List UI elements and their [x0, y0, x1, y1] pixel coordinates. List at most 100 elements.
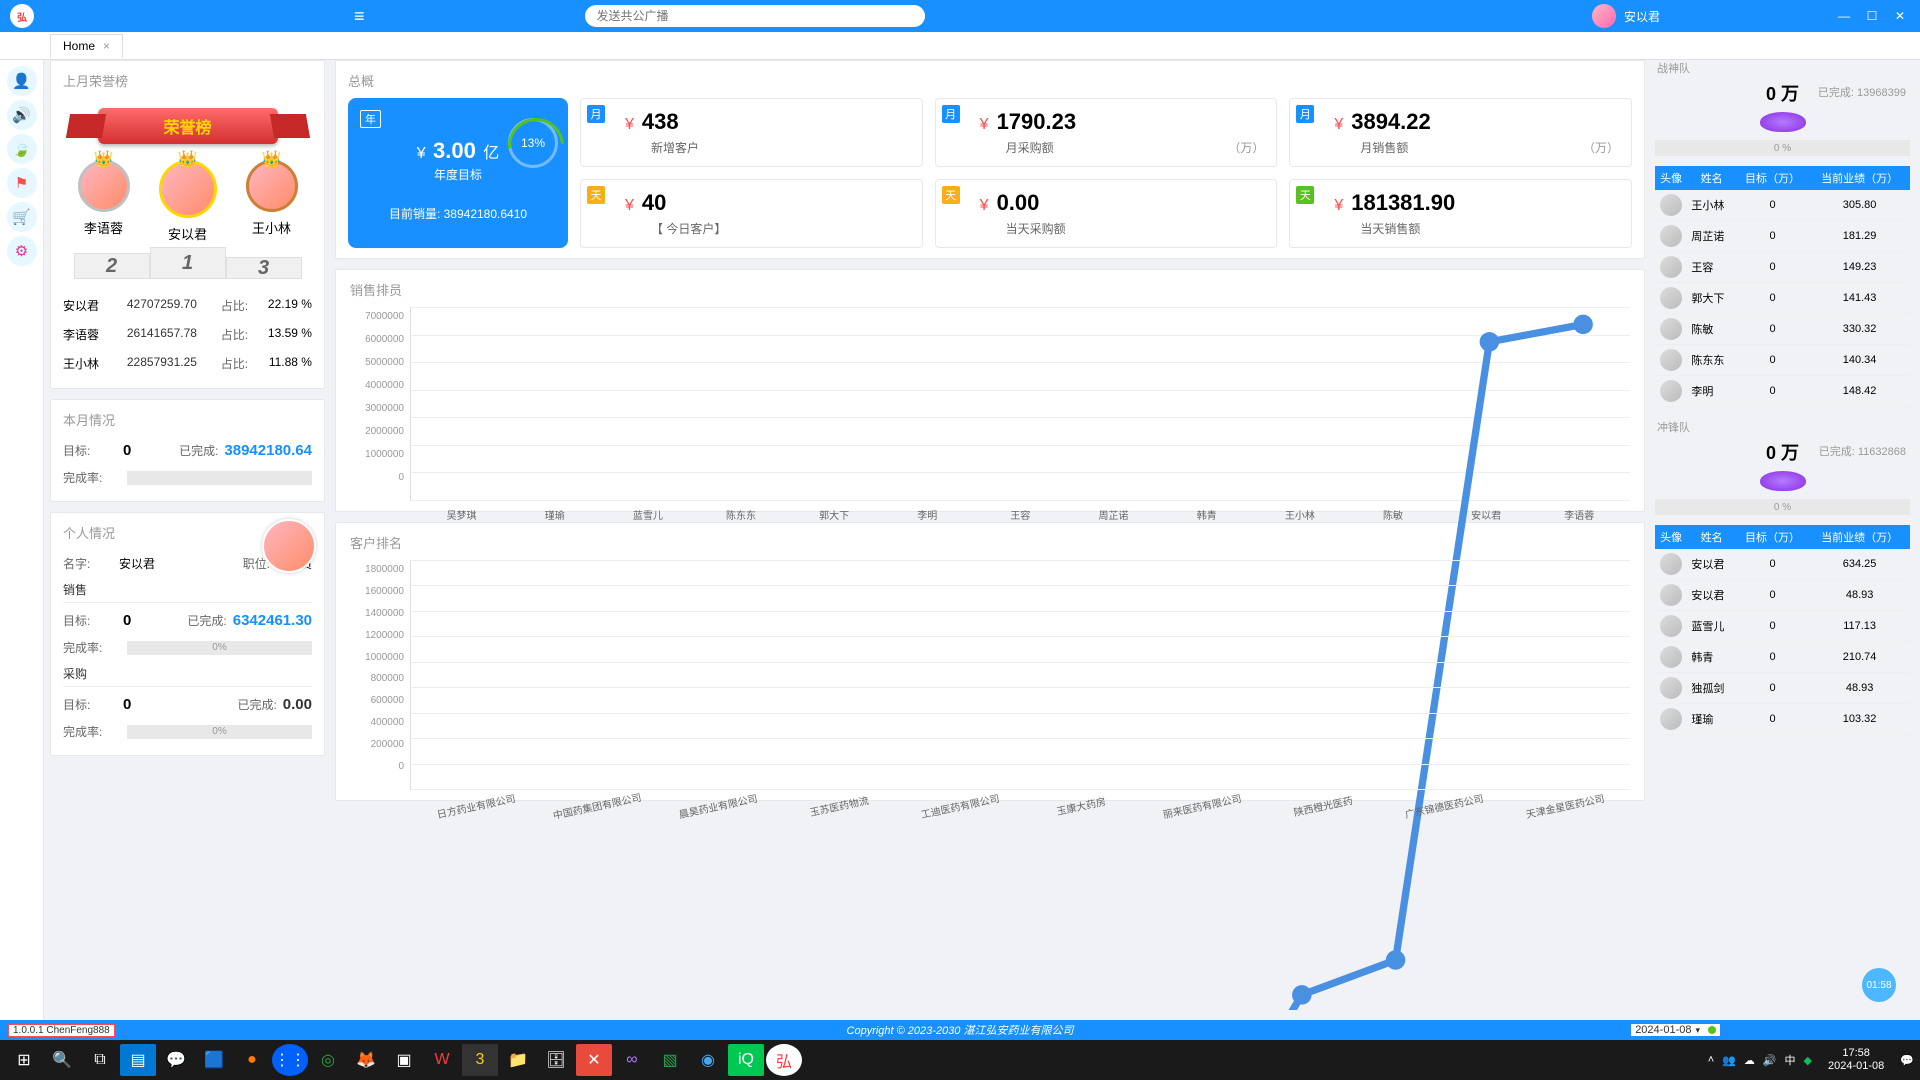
- pers-sales-target-lbl: 目标:: [63, 612, 119, 629]
- team-row[interactable]: 郭大下0141.43: [1655, 283, 1910, 314]
- tray-chevron-icon[interactable]: ˄: [1708, 1054, 1714, 1066]
- team-top-table: 头像 姓名 目标（万） 当前业绩（万） 王小林0305.80周芷诺0181.29…: [1655, 166, 1910, 407]
- rank1-name: 安以君: [168, 224, 207, 243]
- customer-rank-chart-card: 客户排名 18000001600000140000012000001000000…: [335, 522, 1645, 801]
- row-avatar: [1660, 349, 1682, 371]
- user-chip[interactable]: 安以君: [1592, 4, 1660, 28]
- pers-purch-target-lbl: 目标:: [63, 696, 119, 713]
- rank2-avatar: 👑: [78, 160, 130, 212]
- honor-stat-row: 安以君42707259.70占比:22.19 %: [63, 291, 312, 320]
- row-avatar: [1660, 318, 1682, 340]
- task-view-icon[interactable]: ⧉: [82, 1044, 118, 1076]
- taskbar-app-1[interactable]: ▤: [120, 1044, 156, 1076]
- search-icon[interactable]: 🔍: [44, 1044, 80, 1076]
- sales-rank-title: 销售排员: [350, 280, 1630, 299]
- row-avatar: [1660, 194, 1682, 216]
- tray-people-icon[interactable]: 👥: [1722, 1054, 1736, 1067]
- maximize-button[interactable]: ☐: [1858, 2, 1886, 30]
- team-row[interactable]: 李明0148.42: [1655, 376, 1910, 407]
- sidebar-user-icon[interactable]: 👤: [7, 66, 37, 96]
- team-top-header: 0 万 已完成: 13968399: [1655, 80, 1910, 106]
- honor-stat-row: 王小林22857931.25占比:11.88 %: [63, 349, 312, 378]
- system-tray[interactable]: ˄ 👥 ☁ 🔊 中 ◆ 17:58 2024-01-08 💬: [1708, 1047, 1914, 1073]
- team-row[interactable]: 蓝雪儿0117.13: [1655, 611, 1910, 642]
- taskbar-db-icon[interactable]: 🗄: [538, 1044, 574, 1076]
- taskbar-app-15[interactable]: ◉: [690, 1044, 726, 1076]
- month-target-value: 0: [123, 442, 131, 459]
- pers-name-label: 名字:: [63, 555, 119, 572]
- taskbar-wechat-icon[interactable]: 💬: [158, 1044, 194, 1076]
- row-avatar: [1660, 646, 1682, 668]
- row-avatar: [1660, 553, 1682, 575]
- sidebar-leaf-icon[interactable]: 🍃: [7, 134, 37, 164]
- minimize-button[interactable]: —: [1830, 2, 1858, 30]
- footer-date[interactable]: 2024-01-08 ▾: [1631, 1024, 1720, 1036]
- broadcast-input[interactable]: [597, 5, 913, 27]
- team-badge-icon: [1760, 112, 1806, 132]
- taskbar-current-app[interactable]: 弘: [766, 1044, 802, 1076]
- team-row[interactable]: 瑾瑜0103.32: [1655, 704, 1910, 735]
- team-row[interactable]: 王容0149.23: [1655, 252, 1910, 283]
- window-titlebar: 弘 ≡ 安以君 — ☐ ✕: [0, 0, 1920, 32]
- overview-stat-box: 天 ¥0.00 当天采购额: [935, 179, 1278, 248]
- team-bot-title: 冲锋队: [1655, 419, 1910, 435]
- row-avatar: [1660, 225, 1682, 247]
- overview-stat-box: 天 ¥40 【 今日客户】: [580, 179, 923, 248]
- tab-close-icon[interactable]: ×: [103, 39, 110, 53]
- row-avatar: [1660, 708, 1682, 730]
- podium-block-1: 1: [150, 247, 226, 279]
- copyright-label: Copyright © 2023-2030 湛江弘安药业有限公司: [847, 1022, 1074, 1038]
- month-done-label: 已完成:: [179, 442, 218, 459]
- hamburger-menu-icon[interactable]: ≡: [354, 6, 365, 27]
- taskbar-app-6[interactable]: ◎: [310, 1044, 346, 1076]
- tray-ime-icon[interactable]: 中: [1785, 1052, 1796, 1068]
- taskbar-app-4[interactable]: ●: [234, 1044, 270, 1076]
- sidebar-flag-icon[interactable]: ⚑: [7, 168, 37, 198]
- pers-purch-done: 0.00: [283, 696, 312, 713]
- taskbar-app-3[interactable]: 🟦: [196, 1044, 232, 1076]
- broadcast-search-input[interactable]: [585, 5, 925, 27]
- row-avatar: [1660, 615, 1682, 637]
- sidebar-cart-icon[interactable]: 🛒: [7, 202, 37, 232]
- period-tag: 月: [587, 105, 605, 123]
- taskbar-app-7[interactable]: 🦊: [348, 1044, 384, 1076]
- period-tag: 月: [1296, 105, 1314, 123]
- pers-sales-bar: 0%: [127, 641, 312, 655]
- team-row[interactable]: 韩青0210.74: [1655, 642, 1910, 673]
- taskbar-folder-icon[interactable]: 📁: [500, 1044, 536, 1076]
- row-avatar: [1660, 287, 1682, 309]
- team-row[interactable]: 安以君048.93: [1655, 580, 1910, 611]
- rank1-avatar: 👑: [159, 160, 217, 218]
- close-button[interactable]: ✕: [1886, 2, 1914, 30]
- taskbar-app-5[interactable]: ⋮⋮: [272, 1044, 308, 1076]
- honor-board-card: 上月荣誉榜 荣誉榜 👑 李语蓉 👑 安以君: [50, 60, 325, 389]
- taskbar-app-9[interactable]: W: [424, 1044, 460, 1076]
- team-row[interactable]: 王小林0305.80: [1655, 190, 1910, 221]
- month-done-value: 38942180.64: [224, 442, 312, 459]
- sidebar-sound-icon[interactable]: 🔊: [7, 100, 37, 130]
- tray-cloud-icon[interactable]: ☁: [1744, 1054, 1755, 1067]
- team-row[interactable]: 周芷诺0181.29: [1655, 221, 1910, 252]
- taskbar-app-16[interactable]: iQ: [728, 1044, 764, 1076]
- taskbar-clock[interactable]: 17:58 2024-01-08: [1820, 1047, 1892, 1073]
- crown-icon: 👑: [94, 149, 114, 169]
- team-row[interactable]: 独孤剑048.93: [1655, 673, 1910, 704]
- taskbar-app-14[interactable]: ▧: [652, 1044, 688, 1076]
- taskbar-app-12[interactable]: ✕: [576, 1044, 612, 1076]
- tab-home[interactable]: Home ×: [50, 34, 123, 58]
- tray-shield-icon[interactable]: ◆: [1804, 1054, 1812, 1067]
- pers-sales-done-lbl: 已完成:: [187, 612, 226, 629]
- user-avatar-icon: [1592, 4, 1616, 28]
- sidebar-gear-icon[interactable]: ⚙: [7, 236, 37, 266]
- team-row[interactable]: 安以君0634.25: [1655, 549, 1910, 580]
- tray-notification-icon[interactable]: 💬: [1900, 1054, 1914, 1067]
- tray-volume-icon[interactable]: 🔊: [1763, 1054, 1777, 1067]
- taskbar-app-8[interactable]: ▣: [386, 1044, 422, 1076]
- taskbar-app-10[interactable]: 3: [462, 1044, 498, 1076]
- pers-purch-bar: 0%: [127, 725, 312, 739]
- start-button[interactable]: ⊞: [6, 1044, 42, 1076]
- team-row[interactable]: 陈东东0140.34: [1655, 345, 1910, 376]
- team-row[interactable]: 陈敏0330.32: [1655, 314, 1910, 345]
- nav-sidebar: 👤 🔊 🍃 ⚑ 🛒 ⚙: [0, 60, 44, 1020]
- taskbar-vs-icon[interactable]: ∞: [614, 1044, 650, 1076]
